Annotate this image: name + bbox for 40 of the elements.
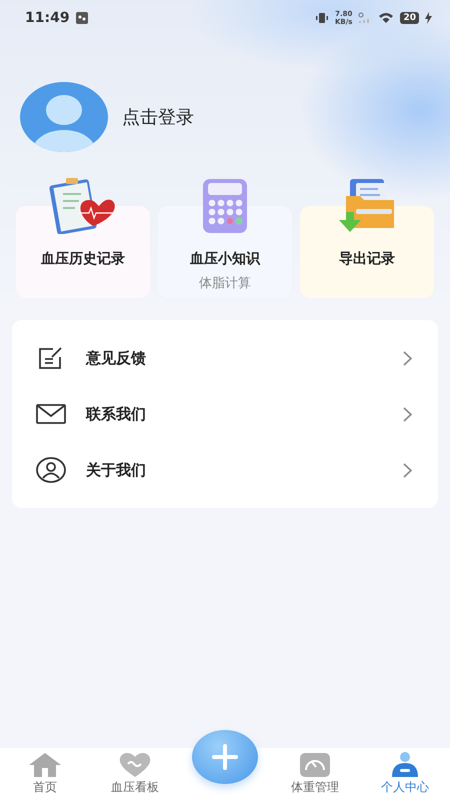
tab-label: 血压看板 — [111, 779, 159, 796]
add-button[interactable] — [192, 730, 258, 784]
menu-label: 意见反馈 — [86, 348, 147, 368]
menu-item[interactable]: 意见反馈 — [12, 330, 438, 386]
chevron-right-icon — [403, 406, 412, 422]
shortcut-card[interactable]: 导出记录 — [300, 206, 434, 298]
home-icon — [28, 752, 62, 778]
gauge-icon — [299, 752, 331, 778]
menu-label: 关于我们 — [86, 460, 147, 480]
shortcut-title: 血压历史记录 — [41, 250, 125, 268]
menu-item[interactable]: 联系我们 — [12, 386, 438, 442]
shortcut-subtitle: 体脂计算 — [199, 275, 251, 292]
tab-item[interactable]: 体重管理 — [270, 752, 360, 796]
calculator-icon — [202, 178, 248, 234]
heart-icon — [118, 752, 152, 778]
vibrate-icon — [314, 12, 329, 24]
notification-icon — [76, 12, 88, 24]
login-link[interactable]: 点击登录 — [122, 105, 194, 129]
status-time: 11:49 — [25, 10, 70, 26]
chevron-right-icon — [403, 350, 412, 366]
shortcut-title: 导出记录 — [339, 250, 395, 268]
shortcut-card[interactable]: 血压小知识 体脂计算 — [158, 206, 292, 298]
mail-icon — [36, 404, 66, 424]
tab-label: 个人中心 — [381, 779, 429, 796]
tab-item[interactable]: 个人中心 — [360, 752, 450, 796]
user-icon — [390, 752, 420, 778]
wifi-icon — [378, 12, 394, 24]
battery-level: 20 — [400, 12, 419, 24]
shortcut-title: 血压小知识 — [190, 250, 260, 268]
tab-label: 体重管理 — [291, 779, 339, 796]
user-icon — [36, 457, 66, 483]
menu-item[interactable]: 关于我们 — [12, 442, 438, 498]
avatar-icon[interactable] — [20, 82, 108, 152]
charging-icon — [425, 12, 432, 24]
plus-icon — [211, 743, 239, 771]
tab-item[interactable]: 首页 — [0, 752, 90, 796]
chevron-right-icon — [403, 462, 412, 478]
menu-label: 联系我们 — [86, 404, 147, 424]
tab-item[interactable]: 血压看板 — [90, 752, 180, 796]
tab-label: 首页 — [33, 779, 57, 796]
